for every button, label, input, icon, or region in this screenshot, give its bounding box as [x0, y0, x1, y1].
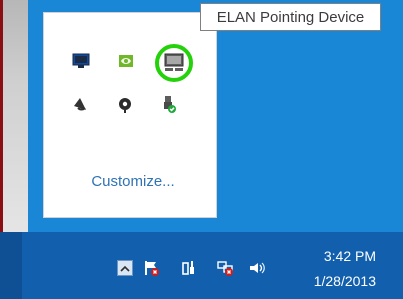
- elan-touchpad-icon[interactable]: [154, 43, 194, 83]
- notification-overflow-popup: Customize...: [34, 2, 225, 228]
- desktop-left-edge: [0, 0, 28, 232]
- system-clock[interactable]: 3:42 PM 1/28/2013: [292, 248, 376, 290]
- monitor-icon[interactable]: [68, 48, 94, 74]
- customize-link[interactable]: Customize...: [78, 173, 188, 193]
- action-center-icon[interactable]: [140, 257, 162, 279]
- tooltip: ELAN Pointing Device: [200, 3, 381, 31]
- power-icon[interactable]: [178, 257, 200, 279]
- show-hidden-icons-icon: [120, 259, 130, 278]
- clock-time: 3:42 PM: [323, 248, 376, 264]
- webcam-icon[interactable]: [112, 91, 138, 117]
- show-hidden-icons-button[interactable]: [117, 260, 133, 276]
- tooltip-text: ELAN Pointing Device: [216, 8, 365, 26]
- network-icon[interactable]: [214, 257, 236, 279]
- taskbar: 3:42 PM 1/28/2013: [0, 232, 403, 299]
- desktop: Customize... ELAN Pointing Device: [28, 0, 403, 232]
- nvidia-icon[interactable]: [113, 48, 139, 74]
- speakerphone-icon[interactable]: [67, 91, 93, 117]
- notification-overflow-panel: Customize...: [43, 12, 217, 218]
- clock-date: 1/28/2013: [313, 273, 376, 289]
- taskbar-left-edge: [0, 232, 22, 299]
- usb-safely-remove-icon[interactable]: [155, 91, 181, 117]
- volume-icon[interactable]: [246, 257, 268, 279]
